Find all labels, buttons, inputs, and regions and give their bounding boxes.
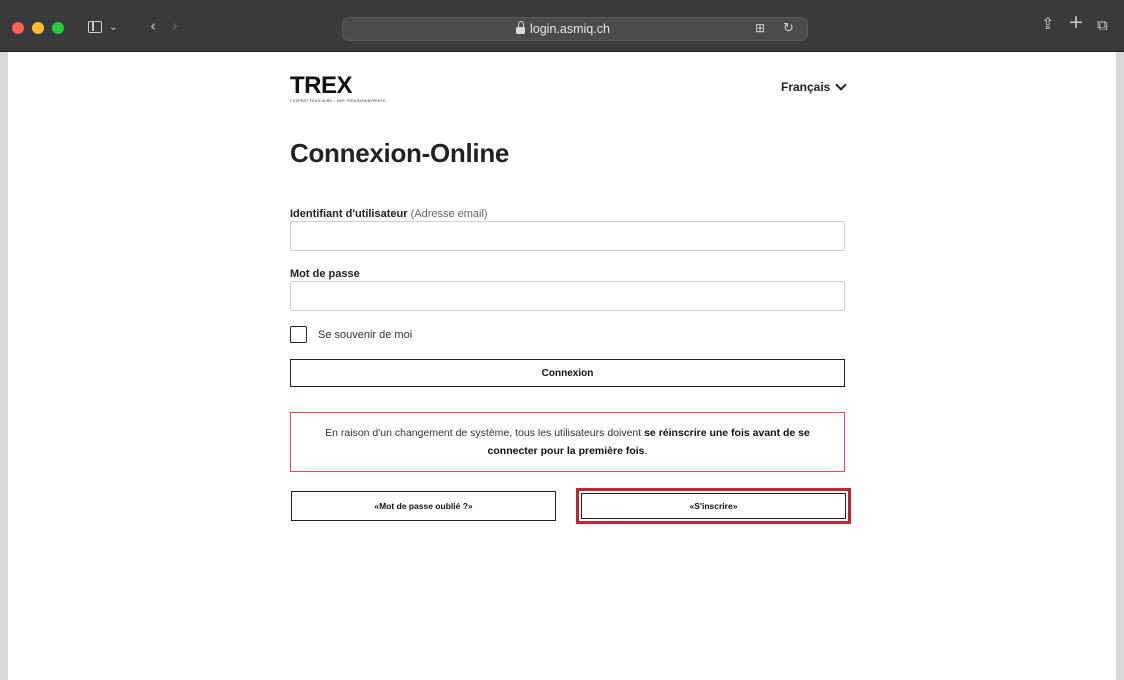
username-label-text: Identifiant d'utilisateur <box>290 208 408 220</box>
share-icon[interactable]: ⇪ <box>1041 16 1054 32</box>
chevron-down-icon[interactable]: ⌄ <box>109 21 117 35</box>
language-selector[interactable]: Français <box>781 79 848 94</box>
lock-icon <box>516 21 525 34</box>
remember-me-label[interactable]: Se souvenir de moi <box>318 329 412 341</box>
zoom-window-button[interactable] <box>52 22 64 34</box>
minimize-window-button[interactable] <box>32 22 44 34</box>
logo-tagline: L'EXPERT FIDUCIAIRE – DER TREUHANDEXPERT… <box>290 99 386 103</box>
forgot-password-button[interactable]: «Mot de passe oublié ?» <box>291 491 556 521</box>
remember-me-checkbox[interactable] <box>290 326 307 343</box>
notice-text-end: . <box>644 445 648 457</box>
notice-text: En raison d'un changement de système, to… <box>311 424 824 460</box>
web-page: TREX L'EXPERT FIDUCIAIRE – DER TREUHANDE… <box>8 52 1116 680</box>
password-input[interactable] <box>290 281 845 311</box>
remember-me-row: Se souvenir de moi <box>290 326 412 343</box>
tabs-overview-icon[interactable]: ⧉ <box>1097 18 1108 33</box>
address-text: login.asmiq.ch <box>530 22 610 36</box>
sidebar-icon[interactable] <box>88 21 102 33</box>
system-change-notice: En raison d'un changement de système, to… <box>290 412 845 472</box>
password-label-text: Mot de passe <box>290 268 360 280</box>
username-input[interactable] <box>290 221 845 251</box>
register-button[interactable]: «S'inscrire» <box>581 493 846 519</box>
username-hint: (Adresse email) <box>410 208 488 220</box>
chevron-right-icon[interactable]: › <box>172 19 178 34</box>
password-label: Mot de passe <box>290 268 360 280</box>
trex-logo[interactable]: TREX L'EXPERT FIDUCIAIRE – DER TREUHANDE… <box>290 72 386 104</box>
language-label: Français <box>781 80 831 94</box>
chevron-down-icon <box>835 79 848 91</box>
translate-icon[interactable]: ⊞ <box>755 21 765 35</box>
chevron-left-icon[interactable]: ‹ <box>150 19 156 34</box>
close-window-button[interactable] <box>12 22 24 34</box>
plus-icon[interactable]: + <box>1068 13 1084 32</box>
logo-text: TREX <box>290 72 353 99</box>
username-label: Identifiant d'utilisateur (Adresse email… <box>290 208 488 220</box>
page-title: Connexion-Online <box>290 138 510 168</box>
login-button[interactable]: Connexion <box>290 359 845 387</box>
notice-text-start: En raison d'un changement de système, to… <box>325 427 645 439</box>
reload-icon[interactable]: ↻ <box>783 21 794 36</box>
address-bar[interactable]: login.asmiq.ch ⊞ ↻ <box>342 17 808 41</box>
browser-toolbar: ⌄ ‹ › login.asmiq.ch ⊞ ↻ ⇪ + ⧉ <box>0 0 1124 52</box>
